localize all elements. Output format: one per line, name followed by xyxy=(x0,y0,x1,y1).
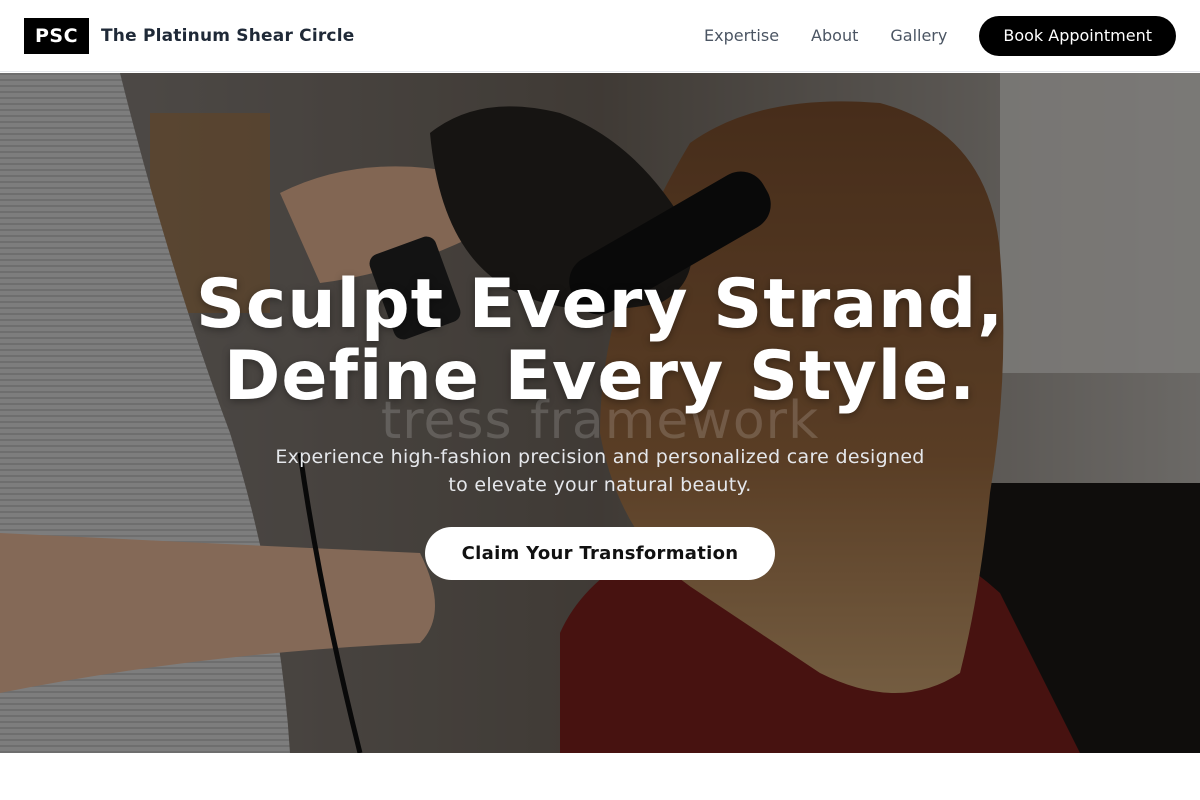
brand-name: The Platinum Shear Circle xyxy=(101,25,355,46)
hero-subtitle-line2: to elevate your natural beauty. xyxy=(448,474,752,496)
hero-title-line1: Sculpt Every Strand, xyxy=(195,265,1005,344)
hero-section: tress framework Sculpt Every Strand, Def… xyxy=(0,73,1200,753)
hero-subtitle-line1: Experience high-fashion precision and pe… xyxy=(275,446,925,468)
top-navbar: PSC The Platinum Shear Circle Expertise … xyxy=(0,0,1200,72)
hero-subtitle: Experience high-fashion precision and pe… xyxy=(260,443,940,499)
logo-badge: PSC xyxy=(24,17,89,54)
hero-title-line2: Define Every Style. xyxy=(223,337,977,416)
nav-link-about[interactable]: About xyxy=(811,26,858,45)
nav-link-gallery[interactable]: Gallery xyxy=(890,26,947,45)
hero-content: Sculpt Every Strand, Define Every Style.… xyxy=(0,73,1200,753)
below-fold-section xyxy=(0,753,1200,800)
nav-link-expertise[interactable]: Expertise xyxy=(704,26,779,45)
claim-transformation-button[interactable]: Claim Your Transformation xyxy=(425,527,775,580)
brand-home-link[interactable]: PSC The Platinum Shear Circle xyxy=(24,17,355,54)
main-nav: Expertise About Gallery Book Appointment xyxy=(704,15,1176,56)
book-appointment-button[interactable]: Book Appointment xyxy=(979,15,1176,56)
hero-title: Sculpt Every Strand, Define Every Style. xyxy=(196,269,1004,413)
